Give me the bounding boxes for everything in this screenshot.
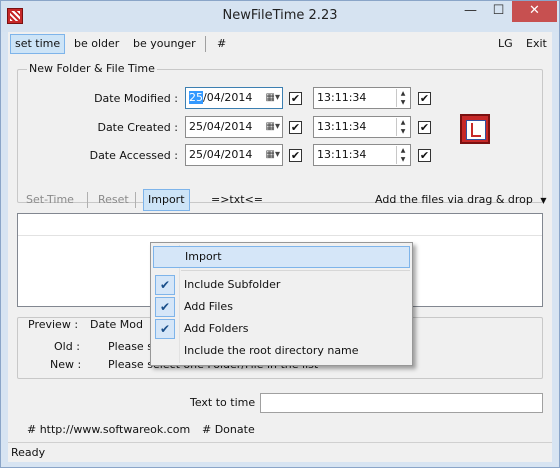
minimize-button[interactable]: —: [457, 1, 484, 22]
time-accessed-spinner[interactable]: ▲ ▼: [396, 146, 409, 164]
date-created-value: 25/04/2014: [189, 120, 253, 133]
date-accessed-value: 25/04/2014: [189, 148, 253, 161]
time-modified-field[interactable]: 13:11:34 ▲ ▼: [313, 87, 411, 109]
preview-date-mod: Date Mod: [90, 318, 143, 331]
menu-divider: [181, 270, 410, 271]
ctx-label-include-subfolder: Include Subfolder: [184, 278, 281, 291]
preview-label: Preview :: [28, 318, 79, 331]
calendar-dropdown-icon[interactable]: ▦▾: [258, 91, 280, 105]
set-time-button[interactable]: Set-Time: [22, 189, 78, 211]
time-modified-spinner[interactable]: ▲ ▼: [396, 89, 409, 107]
ctx-label-add-files: Add Files: [184, 300, 233, 313]
check-icon: ✔: [155, 319, 175, 339]
ctx-item-import[interactable]: Import: [153, 246, 410, 268]
time-accessed-checkbox[interactable]: ✔: [418, 149, 431, 162]
date-created-label: Date Created :: [97, 121, 178, 134]
date-accessed-picker[interactable]: 25/04/2014 ▦▾: [185, 144, 283, 166]
donate-link[interactable]: # Donate: [202, 423, 255, 436]
menu-hash[interactable]: #: [213, 34, 230, 54]
ctx-label-add-folders: Add Folders: [184, 322, 249, 335]
date-created-picker[interactable]: 25/04/2014 ▦▾: [185, 116, 283, 138]
ctx-label-import: Import: [185, 250, 222, 263]
time-accessed-field[interactable]: 13:11:34 ▲ ▼: [313, 144, 411, 166]
date-accessed-label: Date Accessed :: [89, 149, 178, 162]
toolbar-separator: [87, 192, 88, 208]
text-to-time-label: Text to time: [190, 396, 256, 409]
date-modified-label: Date Modified :: [94, 92, 178, 105]
new-label: New :: [50, 358, 82, 371]
drag-drop-label: Add the files via drag & drop: [375, 193, 533, 206]
set-time-app-icon[interactable]: [460, 114, 490, 144]
ctx-item-include-root[interactable]: Include the root directory name: [153, 340, 410, 362]
calendar-dropdown-icon[interactable]: ▦▾: [258, 120, 280, 134]
menu-be-younger[interactable]: be younger: [129, 34, 200, 54]
toolbar-separator: [135, 192, 136, 208]
maximize-button[interactable]: ☐: [485, 1, 512, 22]
menu-language[interactable]: LG: [494, 34, 517, 54]
menu-separator: [205, 36, 206, 52]
close-button[interactable]: ✕: [512, 1, 557, 22]
drag-drop-button[interactable]: Add the files via drag & drop ▼: [371, 189, 551, 211]
menu-exit[interactable]: Exit: [522, 34, 551, 54]
ctx-label-include-root: Include the root directory name: [184, 344, 359, 357]
reset-button[interactable]: Reset: [94, 189, 133, 211]
menu-set-time[interactable]: set time: [10, 34, 66, 54]
client-area: set time be older be younger # LG Exit N…: [8, 32, 552, 462]
status-bar: Ready: [8, 442, 552, 462]
list-header: [18, 214, 542, 236]
time-created-value: 13:11:34: [317, 120, 367, 133]
date-modified-picker[interactable]: 25/04/2014 ▦▾: [185, 87, 283, 109]
menu-be-older[interactable]: be older: [70, 34, 123, 54]
time-modified-value: 13:11:34: [317, 91, 367, 104]
ctx-item-add-folders[interactable]: ✔ Add Folders: [153, 318, 410, 340]
check-icon: ✔: [155, 297, 175, 317]
date-modified-checkbox[interactable]: ✔: [289, 92, 302, 105]
date-modified-rest: /04/2014: [203, 91, 253, 104]
time-modified-checkbox[interactable]: ✔: [418, 92, 431, 105]
time-created-checkbox[interactable]: ✔: [418, 121, 431, 134]
group-title: New Folder & File Time: [27, 62, 157, 75]
time-created-spinner[interactable]: ▲ ▼: [396, 118, 409, 136]
text-to-time-input[interactable]: [260, 393, 543, 413]
menu-bar: set time be older be younger # LG Exit: [8, 32, 552, 56]
txt-button[interactable]: =>txt<=: [207, 189, 267, 211]
calendar-dropdown-icon[interactable]: ▦▾: [258, 148, 280, 162]
status-text: Ready: [11, 446, 46, 459]
import-button[interactable]: Import: [143, 189, 190, 211]
date-accessed-checkbox[interactable]: ✔: [289, 149, 302, 162]
title-bar[interactable]: NewFileTime 2.23 — ☐ ✕: [1, 1, 559, 32]
chevron-down-icon: ▼: [540, 196, 547, 205]
website-link[interactable]: # http://www.softwareok.com: [27, 423, 190, 436]
import-context-menu: Import ✔ Include Subfolder ✔ Add Files ✔…: [150, 242, 413, 366]
ctx-item-add-files[interactable]: ✔ Add Files: [153, 296, 410, 318]
date-created-checkbox[interactable]: ✔: [289, 121, 302, 134]
app-window: NewFileTime 2.23 — ☐ ✕ set time be older…: [0, 0, 560, 468]
time-created-field[interactable]: 13:11:34 ▲ ▼: [313, 116, 411, 138]
check-icon: ✔: [155, 275, 175, 295]
old-label: Old :: [54, 340, 80, 353]
date-modified-day-selected: 25: [189, 91, 203, 104]
time-accessed-value: 13:11:34: [317, 148, 367, 161]
ctx-item-include-subfolder[interactable]: ✔ Include Subfolder: [153, 274, 410, 296]
